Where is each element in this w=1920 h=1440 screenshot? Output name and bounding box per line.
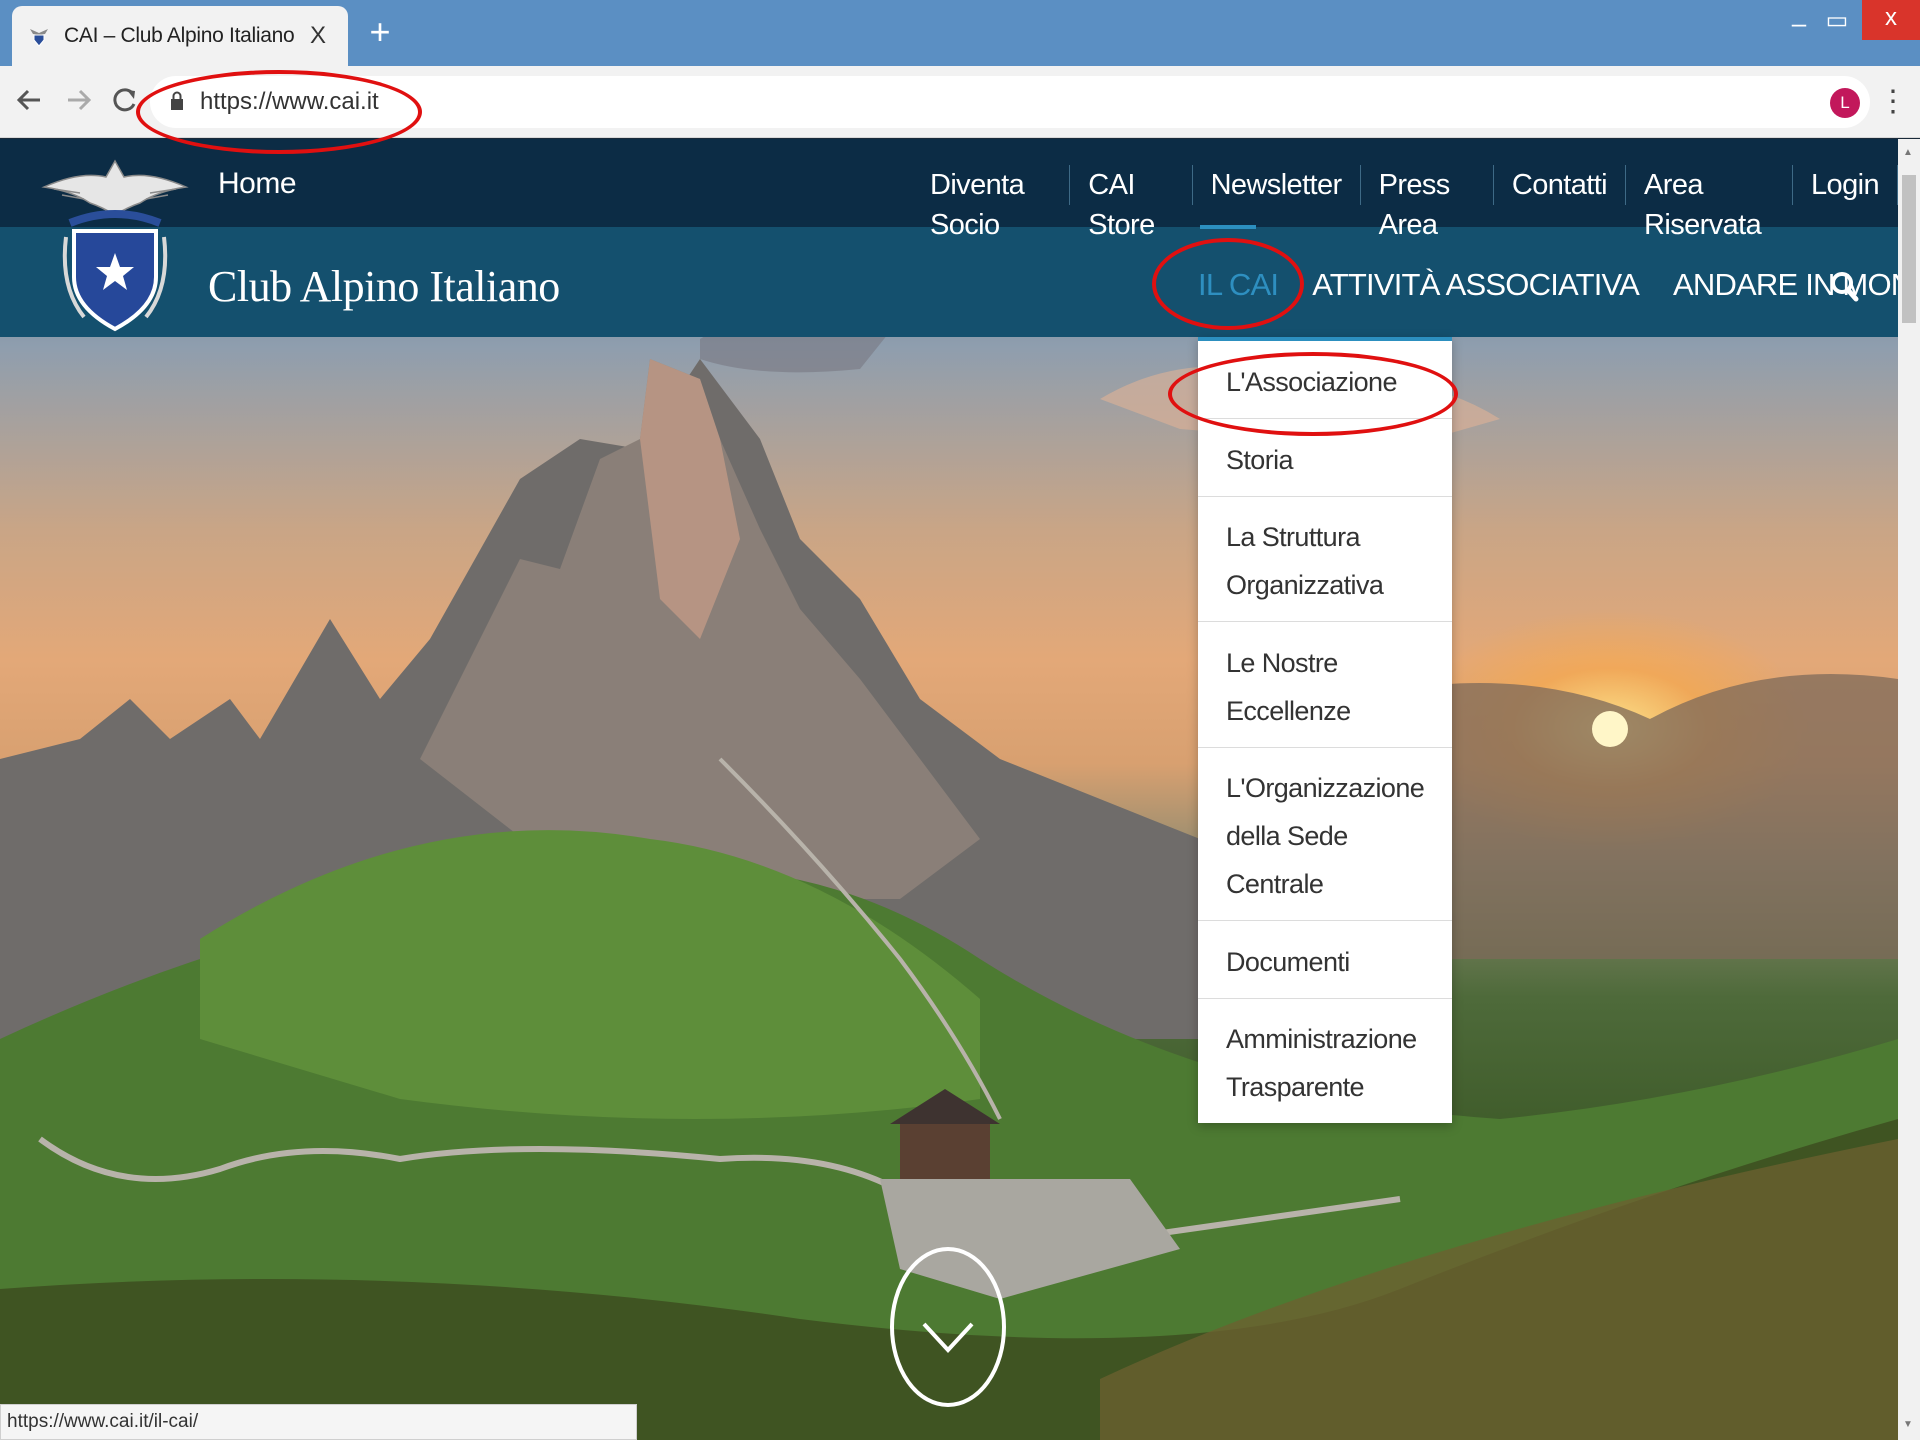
- page-viewport: Home Diventa Socio CAI Store Newsletter …: [0, 139, 1898, 1440]
- scroll-down-arrow-icon[interactable]: ▼: [1903, 1419, 1913, 1430]
- cai-favicon-icon: [30, 29, 48, 47]
- dropdown-item-associazione[interactable]: L'Associazione: [1198, 341, 1452, 419]
- scroll-up-arrow-icon[interactable]: ▲: [1903, 147, 1913, 158]
- dropdown-item-organizzazione-sede-centrale[interactable]: L'Organizzazione della Sede Centrale: [1198, 748, 1452, 921]
- tab-close-button[interactable]: X: [304, 22, 332, 50]
- top-nav-area-riservata[interactable]: Area Riservata: [1626, 165, 1794, 241]
- window-minimize-button[interactable]: –: [1784, 8, 1814, 39]
- top-nav-contatti[interactable]: Contatti: [1494, 165, 1627, 205]
- dropdown-item-storia[interactable]: Storia: [1198, 419, 1452, 497]
- tab-title: CAI – Club Alpino Italiano: [64, 24, 295, 47]
- more-menu-icon[interactable]: ⋮: [1878, 84, 1908, 119]
- top-nav-login[interactable]: Login: [1793, 165, 1898, 205]
- scrollbar-thumb[interactable]: [1902, 175, 1916, 323]
- main-nav: IL CAI ATTIVITÀ ASSOCIATIVA ANDARE IN MO…: [1198, 265, 1898, 305]
- dropdown-item-nostre-eccellenze[interactable]: Le Nostre Eccellenze: [1198, 622, 1452, 748]
- window-close-button[interactable]: x: [1862, 0, 1920, 40]
- cai-logo[interactable]: [40, 157, 190, 337]
- browser-tab[interactable]: CAI – Club Alpino Italiano X: [12, 6, 348, 66]
- main-nav-il-cai[interactable]: IL CAI: [1198, 267, 1279, 303]
- top-nav: Diventa Socio CAI Store Newsletter Press…: [912, 165, 1898, 241]
- address-bar[interactable]: https://www.cai.it ☆: [150, 76, 1870, 128]
- main-nav-attivita-associativa[interactable]: ATTIVITÀ ASSOCIATIVA: [1312, 267, 1640, 303]
- top-nav-newsletter[interactable]: Newsletter: [1193, 165, 1361, 205]
- main-nav-andare-in-montagna[interactable]: ANDARE IN MONTAGNA: [1673, 267, 1898, 303]
- lock-icon: [171, 91, 183, 110]
- profile-avatar[interactable]: L: [1830, 88, 1860, 118]
- back-arrow-icon: [16, 89, 40, 111]
- forward-button[interactable]: [58, 80, 98, 120]
- browser-toolbar: https://www.cai.it ☆ L ⋮: [0, 66, 1920, 138]
- browser-tab-bar: CAI – Club Alpino Italiano X + – ▭ x: [0, 0, 1920, 66]
- home-link[interactable]: Home: [218, 167, 297, 201]
- dropdown-item-amministrazione-trasparente[interactable]: Amministrazione Trasparente: [1198, 999, 1452, 1123]
- scroll-down-button[interactable]: [890, 1246, 1006, 1408]
- back-button[interactable]: [10, 80, 50, 120]
- reload-icon: [113, 88, 136, 112]
- forward-arrow-icon: [68, 89, 92, 111]
- il-cai-dropdown-menu: L'Associazione Storia La Struttura Organ…: [1198, 337, 1452, 1123]
- active-menu-indicator: [1200, 225, 1256, 229]
- page-scrollbar[interactable]: ▲ ▼: [1898, 139, 1920, 1440]
- link-status-bar: https://www.cai.it/il-cai/: [0, 1404, 637, 1440]
- url-text: https://www.cai.it: [200, 88, 379, 115]
- site-name[interactable]: Club Alpino Italiano: [208, 261, 560, 312]
- window-maximize-button[interactable]: ▭: [1820, 6, 1854, 35]
- search-icon[interactable]: [1830, 271, 1860, 303]
- top-nav-cai-store[interactable]: CAI Store: [1070, 165, 1193, 241]
- dropdown-item-struttura-organizzativa[interactable]: La Struttura Organizzativa: [1198, 497, 1452, 622]
- new-tab-button[interactable]: +: [364, 14, 396, 50]
- reload-button[interactable]: [104, 80, 144, 120]
- dropdown-item-documenti[interactable]: Documenti: [1198, 921, 1452, 999]
- top-nav-press-area[interactable]: Press Area: [1361, 165, 1494, 241]
- chevron-down-icon: [922, 1322, 974, 1353]
- top-nav-diventa-socio[interactable]: Diventa Socio: [912, 165, 1071, 241]
